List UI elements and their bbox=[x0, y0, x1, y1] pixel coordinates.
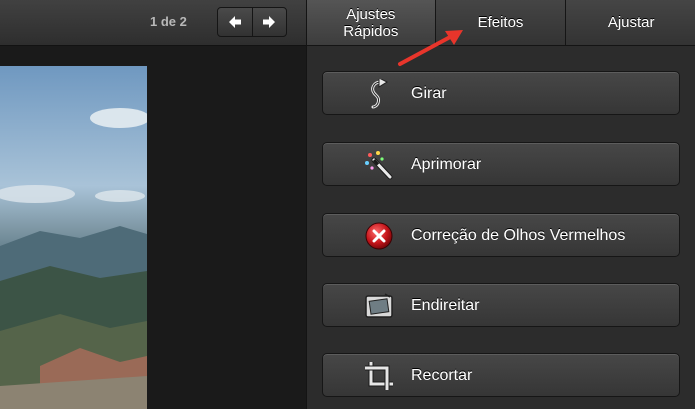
red-eye-label: Correção de Olhos Vermelhos bbox=[411, 227, 626, 244]
crop-icon bbox=[363, 360, 395, 392]
tab-efeitos-label: Efeitos bbox=[477, 14, 524, 31]
red-eye-icon bbox=[363, 220, 395, 252]
red-eye-button[interactable]: Correção de Olhos Vermelhos bbox=[322, 213, 680, 257]
edit-tabs: Ajustes Rápidos Efeitos Ajustar bbox=[307, 0, 695, 46]
edit-panel: Ajustes Rápidos Efeitos Ajustar Girar Ap… bbox=[306, 0, 695, 409]
landscape-photo bbox=[0, 108, 147, 409]
arrow-right-icon bbox=[263, 16, 276, 28]
straighten-label: Endireitar bbox=[411, 297, 480, 314]
tab-ajustes-rapidos[interactable]: Ajustes Rápidos bbox=[307, 0, 435, 45]
enhance-label: Aprimorar bbox=[411, 156, 482, 173]
tab-efeitos[interactable]: Efeitos bbox=[434, 0, 566, 45]
rotate-label: Girar bbox=[411, 85, 447, 102]
tab-ajustar-label: Ajustar bbox=[607, 14, 655, 31]
photo-canvas bbox=[0, 46, 306, 409]
rotate-icon bbox=[363, 78, 395, 110]
photo-navigation bbox=[217, 7, 287, 37]
crop-label: Recortar bbox=[411, 367, 473, 384]
previous-photo-button[interactable] bbox=[218, 8, 252, 36]
arrow-left-icon bbox=[228, 16, 241, 28]
photo-preview[interactable] bbox=[0, 66, 147, 409]
straighten-icon bbox=[363, 290, 395, 322]
tab-ajustar[interactable]: Ajustar bbox=[565, 0, 695, 45]
tab-ajustes-rapidos-label: Ajustes Rápidos bbox=[343, 5, 399, 40]
enhance-button[interactable]: Aprimorar bbox=[322, 142, 680, 186]
next-photo-button[interactable] bbox=[251, 8, 287, 36]
magic-wand-icon bbox=[363, 149, 395, 181]
straighten-button[interactable]: Endireitar bbox=[322, 283, 680, 327]
rotate-button[interactable]: Girar bbox=[322, 71, 680, 115]
crop-button[interactable]: Recortar bbox=[322, 353, 680, 397]
photo-toolbar: 1 de 2 bbox=[0, 0, 306, 46]
page-counter: 1 de 2 bbox=[150, 14, 187, 29]
